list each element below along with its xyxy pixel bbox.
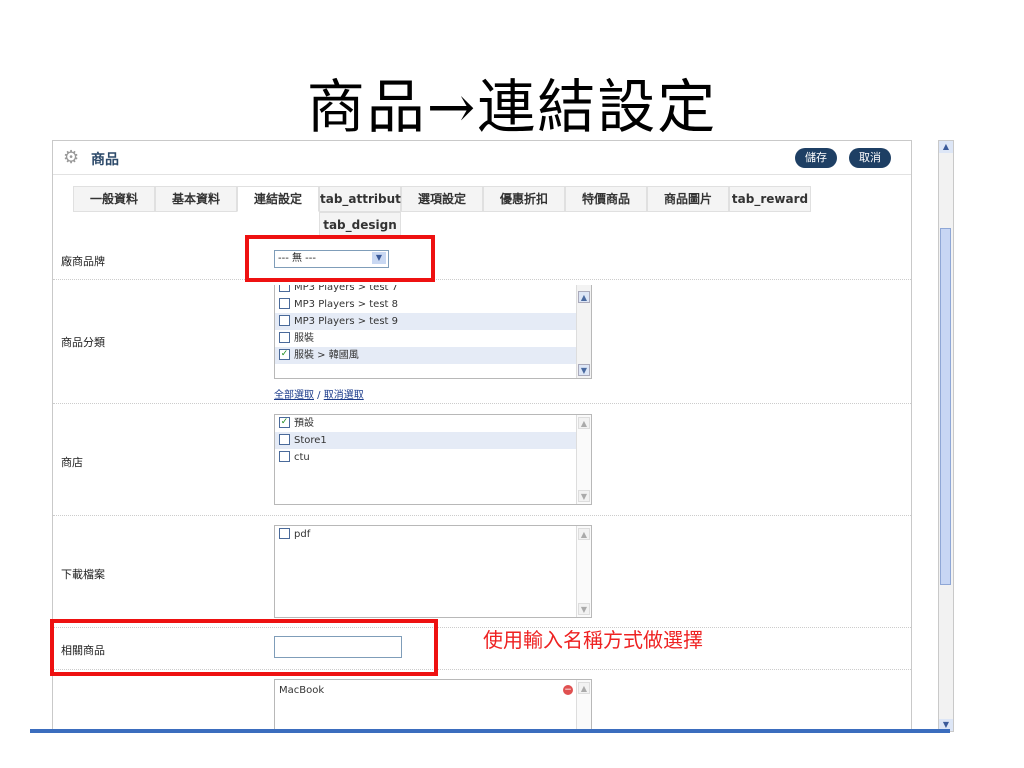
list-item[interactable]: MP3 Players > test 8 [275, 296, 591, 313]
store-list[interactable]: ✓ 預設 Store1 ctu ▲ ▼ [274, 414, 592, 505]
list-item[interactable]: Store1 [275, 432, 591, 449]
checkbox[interactable] [279, 331, 290, 343]
download-label: 下載檔案 [61, 568, 105, 581]
tab-options[interactable]: 選項設定 [401, 186, 483, 212]
tab-reward[interactable]: tab_reward [729, 186, 811, 212]
store-scrollbar[interactable]: ▲ ▼ [576, 415, 591, 504]
list-item[interactable]: MP3 Players > test 9 [275, 313, 591, 330]
cancel-button[interactable]: 取消 [849, 148, 891, 168]
checkbox-checked[interactable]: ✓ [279, 416, 290, 428]
tab-image[interactable]: 商品圖片 [647, 186, 729, 212]
tab-design[interactable]: tab_design [319, 212, 401, 237]
page-scrollbar[interactable]: ▲ ▼ [938, 140, 954, 732]
list-item[interactable]: ✓ 服裝 > 韓國風 [275, 347, 591, 364]
tab-discount[interactable]: 優惠折扣 [483, 186, 565, 212]
save-button[interactable]: 儲存 [795, 148, 837, 168]
scroll-up-icon[interactable]: ▲ [578, 417, 590, 429]
gear-icon: ⚙ [63, 147, 80, 168]
slide-title: 商品→連結設定 [306, 73, 718, 141]
list-item[interactable]: pdf [275, 526, 591, 543]
highlight-box-manufacturer [245, 235, 435, 282]
scroll-down-icon[interactable]: ▼ [578, 364, 590, 376]
select-all-link[interactable]: 全部選取 [274, 390, 314, 401]
list-item[interactable]: MP3 Players > test 7 [275, 285, 591, 296]
remove-icon[interactable]: − [563, 685, 573, 695]
download-list[interactable]: pdf ▲ ▼ [274, 525, 592, 618]
list-item[interactable]: ✓ 預設 [275, 415, 591, 432]
scroll-thumb[interactable] [940, 228, 951, 585]
taskbar-strip [30, 729, 950, 733]
manufacturer-label: 廠商品牌 [61, 255, 105, 268]
list-item[interactable]: 服裝 [275, 330, 591, 347]
checkbox-checked[interactable]: ✓ [279, 348, 290, 360]
checkbox[interactable] [279, 433, 290, 445]
checkbox[interactable] [279, 285, 290, 292]
tab-special[interactable]: 特價商品 [565, 186, 647, 212]
checkbox[interactable] [279, 297, 290, 309]
checkbox[interactable] [279, 450, 290, 462]
store-label: 商店 [61, 456, 83, 469]
checkbox[interactable] [279, 527, 290, 539]
scroll-up-icon[interactable]: ▲ [939, 141, 953, 153]
list-item[interactable]: ctu [275, 449, 591, 466]
list-item: MacBook [279, 685, 325, 696]
related-scrollbar[interactable]: ▲ [576, 680, 591, 731]
tab-links[interactable]: 連結設定 [237, 186, 319, 212]
annotation-note: 使用輸入名稱方式做選擇 [483, 628, 703, 652]
download-scrollbar[interactable]: ▲ ▼ [576, 526, 591, 617]
panel-title: 商品 [91, 152, 119, 168]
scroll-up-icon[interactable]: ▲ [578, 682, 590, 694]
category-label: 商品分類 [61, 336, 105, 349]
tab-attribute[interactable]: tab_attribute [319, 186, 409, 212]
scroll-down-icon[interactable]: ▼ [578, 490, 590, 502]
scroll-down-icon[interactable]: ▼ [578, 603, 590, 615]
unselect-all-link[interactable]: 取消選取 [324, 390, 364, 401]
category-list[interactable]: MP3 Players > test 7 MP3 Players > test … [274, 285, 592, 379]
panel-header: ⚙ 商品 儲存 取消 [53, 141, 911, 175]
manufacturer-row: 廠商品牌 [53, 239, 911, 279]
category-scrollbar[interactable]: ▲ ▼ [576, 285, 591, 378]
highlight-box-related [50, 619, 438, 676]
checkbox[interactable] [279, 314, 290, 326]
tab-general[interactable]: 一般資料 [73, 186, 155, 212]
scroll-up-icon[interactable]: ▲ [578, 528, 590, 540]
category-links: 全部選取 / 取消選取 [274, 390, 364, 401]
tab-basic[interactable]: 基本資料 [155, 186, 237, 212]
scroll-up-icon[interactable]: ▲ [578, 291, 590, 303]
related-selected-list[interactable]: MacBook − ▲ [274, 679, 592, 731]
